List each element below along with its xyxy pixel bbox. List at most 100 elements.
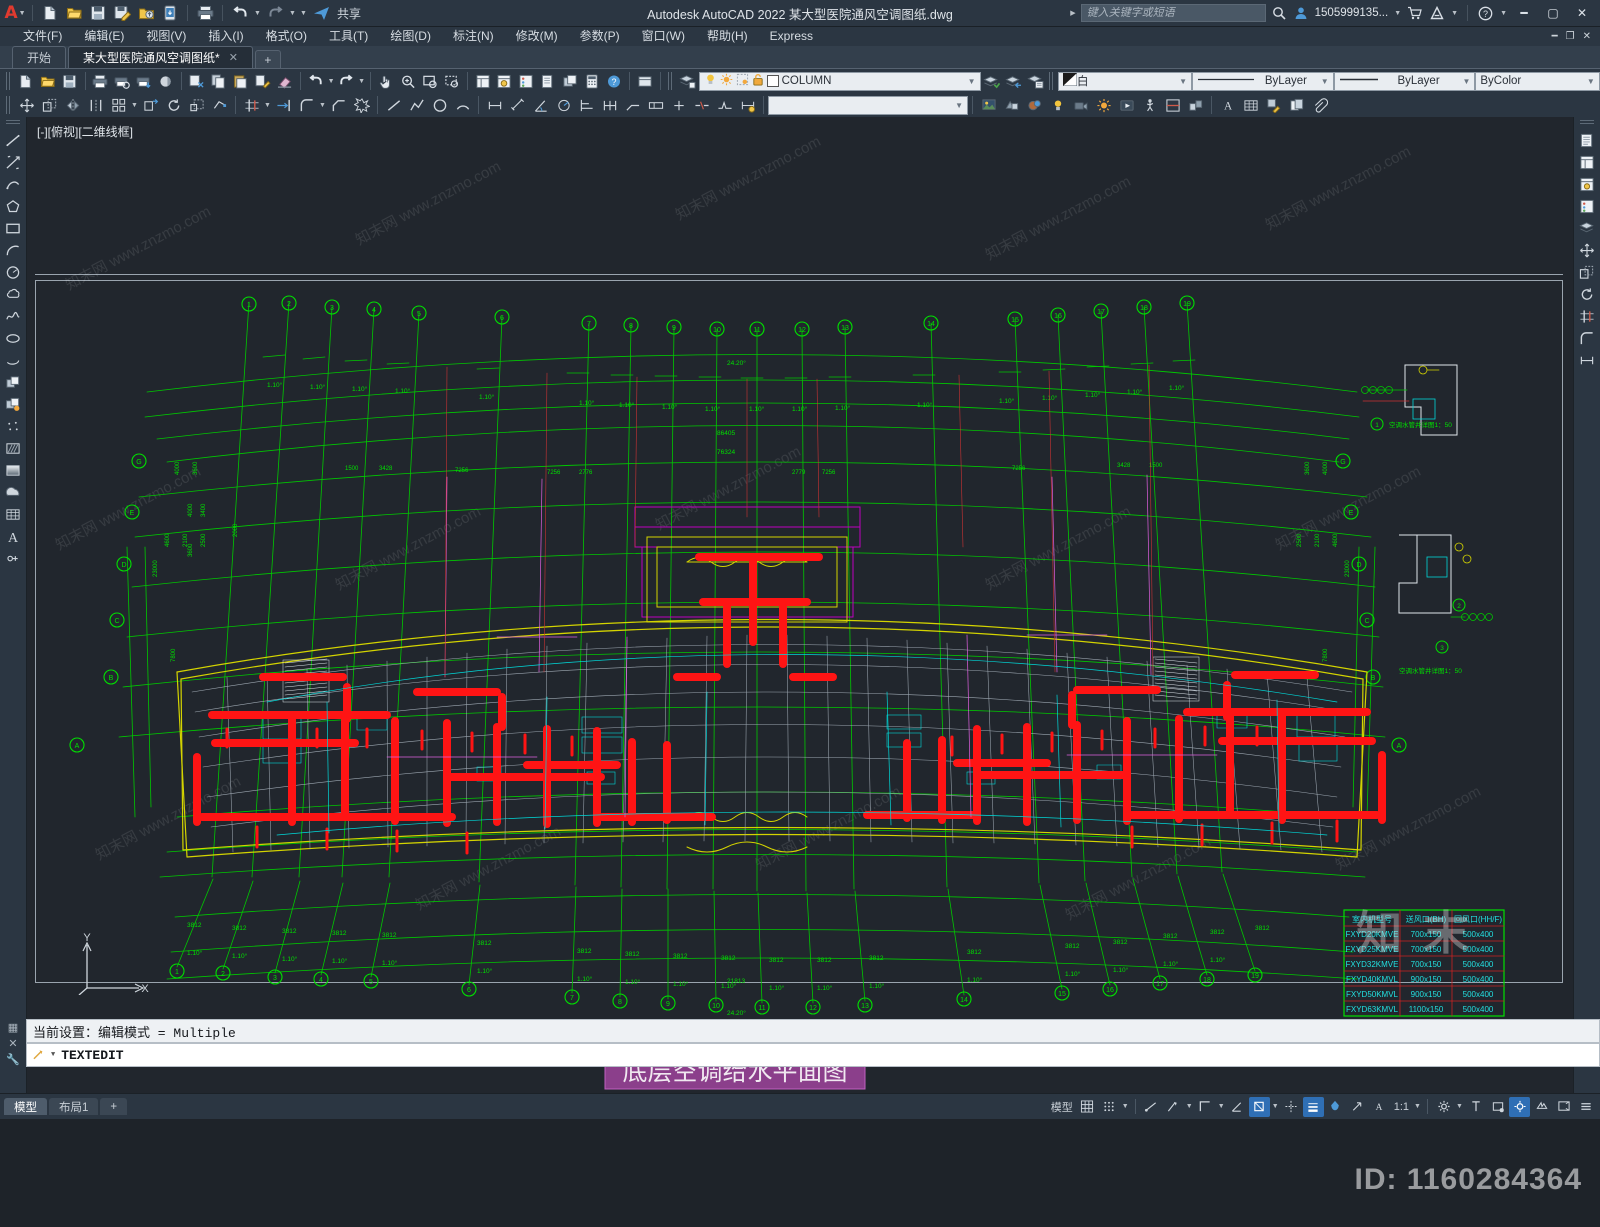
spline-icon[interactable] xyxy=(2,306,24,327)
save-icon[interactable] xyxy=(87,2,109,24)
tab-document[interactable]: 某大型医院通风空调图纸* ✕ xyxy=(68,46,253,68)
block-editor-icon[interactable] xyxy=(1262,94,1285,116)
command-line-grip[interactable]: ▦ ✕ 🔧 xyxy=(0,1019,26,1067)
customization-icon[interactable] xyxy=(1575,1097,1596,1117)
osnap-dropdown-icon[interactable]: ▼ xyxy=(1271,1096,1280,1118)
section-icon[interactable] xyxy=(1161,94,1184,116)
dimstyle-combo[interactable]: ▼ xyxy=(768,95,968,115)
redo-icon[interactable] xyxy=(264,2,286,24)
trim-icon[interactable] xyxy=(1576,306,1598,327)
gradient-icon[interactable] xyxy=(2,460,24,481)
selection-cycling-toggle[interactable] xyxy=(1347,1097,1368,1117)
center-mark-icon[interactable] xyxy=(667,94,690,116)
object-color-combo[interactable]: 白 ▼ xyxy=(1058,71,1193,91)
line-icon[interactable] xyxy=(382,94,405,116)
copy-icon[interactable] xyxy=(1576,262,1598,283)
arc-icon[interactable] xyxy=(451,94,474,116)
dimlinear-icon[interactable] xyxy=(483,94,506,116)
tool-palettes-icon[interactable] xyxy=(1576,196,1598,217)
undo-icon[interactable] xyxy=(229,2,251,24)
user-account-label[interactable]: 1505999135... xyxy=(1315,7,1389,19)
point-icon[interactable] xyxy=(2,416,24,437)
workspace-icon[interactable] xyxy=(634,70,656,92)
chevron-down-icon[interactable]: ▼ xyxy=(51,1051,55,1059)
fillet-dropdown-icon[interactable]: ▼ xyxy=(318,94,327,116)
doc-close-button[interactable]: ✕ xyxy=(1580,31,1594,42)
layer-control-combo[interactable]: COLUMN ▼ xyxy=(698,71,981,91)
table-icon[interactable] xyxy=(2,504,24,525)
menu-insert[interactable]: 插入(I) xyxy=(197,27,254,46)
offset-icon[interactable] xyxy=(84,94,107,116)
rotate-icon[interactable] xyxy=(162,94,185,116)
revision-cloud-icon[interactable] xyxy=(2,284,24,305)
isolate-objects-icon[interactable] xyxy=(1509,1096,1530,1117)
toolbar-grip[interactable] xyxy=(6,72,12,90)
pan-icon[interactable] xyxy=(375,70,397,92)
open-file-icon[interactable] xyxy=(63,2,85,24)
command-input-row[interactable]: ▼ TEXTEDIT xyxy=(26,1043,1600,1067)
ellipse-icon[interactable] xyxy=(2,328,24,349)
command-line-close-icon[interactable]: ✕ xyxy=(8,1037,17,1050)
layer-lock-icon[interactable] xyxy=(752,73,764,89)
close-window-button[interactable]: ✕ xyxy=(1570,2,1594,24)
make-object-layer-current-icon[interactable] xyxy=(981,70,1003,92)
array-icon[interactable] xyxy=(107,94,130,116)
transparency-toggle[interactable] xyxy=(1325,1097,1346,1117)
open-file-icon[interactable] xyxy=(37,70,59,92)
open-from-web-icon[interactable] xyxy=(159,2,181,24)
polygon-icon[interactable] xyxy=(2,196,24,217)
region-icon[interactable] xyxy=(2,482,24,503)
search-icon[interactable] xyxy=(1271,5,1288,22)
command-input-text[interactable]: TEXTEDIT xyxy=(61,1048,123,1063)
multiline-text-icon[interactable]: A xyxy=(2,526,24,547)
drawing-canvas[interactable]: [-][俯视][二维线框] 知末网 www.znzmo.com 知末网 www.… xyxy=(27,117,1573,1093)
layer-color-swatch[interactable] xyxy=(766,75,779,87)
tolerance-icon[interactable] xyxy=(644,94,667,116)
object-snap-tracking-toggle[interactable] xyxy=(1281,1097,1302,1117)
dynamic-input-toggle[interactable] xyxy=(1163,1097,1184,1117)
chevron-down-icon[interactable]: ▼ xyxy=(968,77,976,86)
autodesk-app-icon[interactable] xyxy=(1428,5,1445,22)
plotstyle-combo[interactable]: ByColor ▼ xyxy=(1475,71,1600,91)
dimstyle-icon[interactable] xyxy=(736,94,759,116)
camera-icon[interactable] xyxy=(1069,94,1092,116)
move-icon[interactable] xyxy=(1576,240,1598,261)
scale-icon[interactable] xyxy=(185,94,208,116)
ellipse-arc-icon[interactable] xyxy=(2,350,24,371)
doc-minimize-button[interactable]: ━ xyxy=(1549,31,1561,42)
toolbar-grip[interactable] xyxy=(1580,120,1594,126)
dimjogged-icon[interactable] xyxy=(713,94,736,116)
zoom-realtime-icon[interactable] xyxy=(397,70,419,92)
help-icon[interactable]: ? xyxy=(603,70,625,92)
layer-on-off-icon[interactable] xyxy=(704,73,717,89)
menu-view[interactable]: 视图(V) xyxy=(135,27,197,46)
circle-icon[interactable] xyxy=(428,94,451,116)
units-icon[interactable] xyxy=(1487,1097,1508,1117)
menu-format[interactable]: 格式(O) xyxy=(255,27,318,46)
tool-palettes-icon[interactable] xyxy=(515,70,537,92)
toolbar-grip[interactable] xyxy=(6,96,12,114)
dimradius-icon[interactable] xyxy=(552,94,575,116)
save-as-icon[interactable] xyxy=(111,2,133,24)
layout1-tab[interactable]: 布局1 xyxy=(49,1098,99,1115)
add-layout-button[interactable]: + xyxy=(100,1098,128,1115)
command-line-settings-icon[interactable]: 🔧 xyxy=(6,1053,20,1066)
match-properties-icon[interactable] xyxy=(252,70,274,92)
xref-icon[interactable] xyxy=(1285,94,1308,116)
copy-object-icon[interactable] xyxy=(38,94,61,116)
erase-icon[interactable] xyxy=(274,70,296,92)
sun-properties-icon[interactable] xyxy=(1092,94,1115,116)
snap-dropdown-icon[interactable]: ▼ xyxy=(1121,1096,1130,1118)
save-to-cloud-icon[interactable] xyxy=(135,2,157,24)
redo-dropdown-icon[interactable]: ▼ xyxy=(288,2,297,24)
ortho-mode-toggle[interactable] xyxy=(1195,1097,1216,1117)
dimbaseline-icon[interactable] xyxy=(575,94,598,116)
menu-draw[interactable]: 绘图(D) xyxy=(379,27,442,46)
explode-icon[interactable] xyxy=(350,94,373,116)
flatshot-icon[interactable] xyxy=(1184,94,1207,116)
tab-start[interactable]: 开始 xyxy=(12,46,67,68)
light-icon[interactable] xyxy=(1046,94,1069,116)
circle-icon[interactable] xyxy=(2,262,24,283)
layer-manager-icon[interactable] xyxy=(1576,218,1598,239)
trim-dropdown-icon[interactable]: ▼ xyxy=(263,94,272,116)
